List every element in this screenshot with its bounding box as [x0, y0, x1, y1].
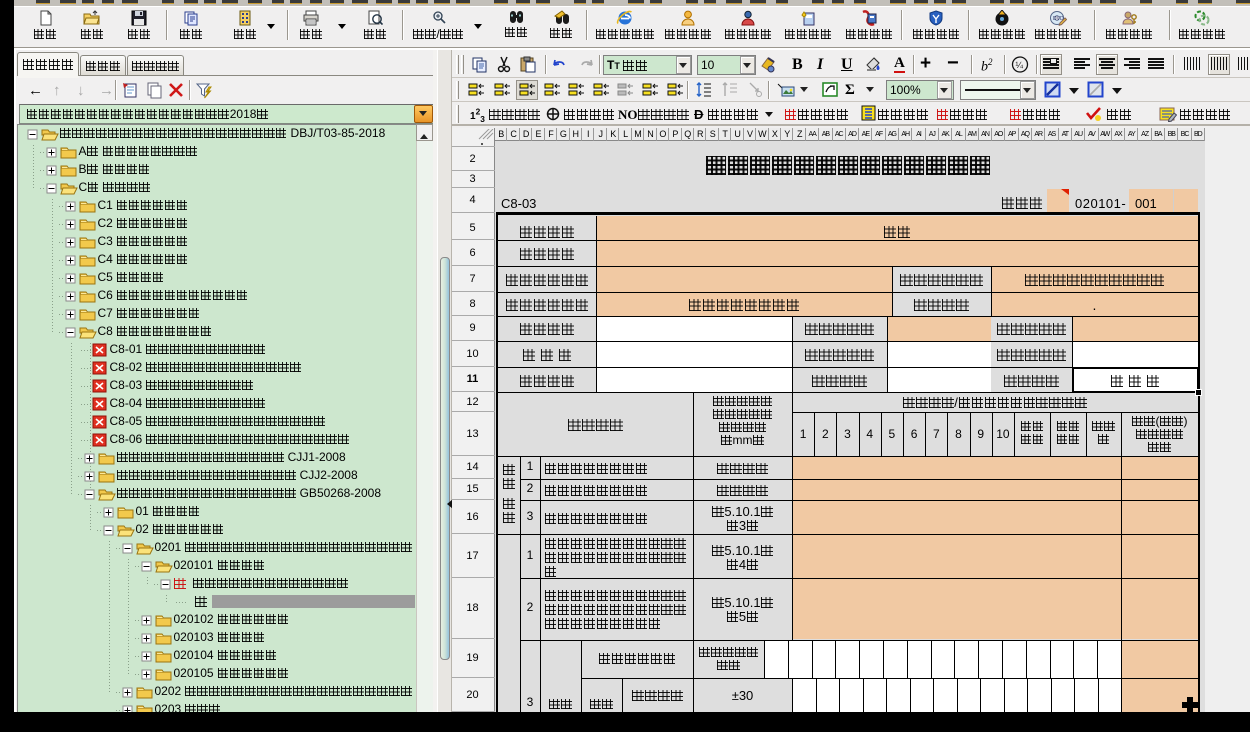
svg-text:¼: ¼ [1016, 60, 1024, 70]
